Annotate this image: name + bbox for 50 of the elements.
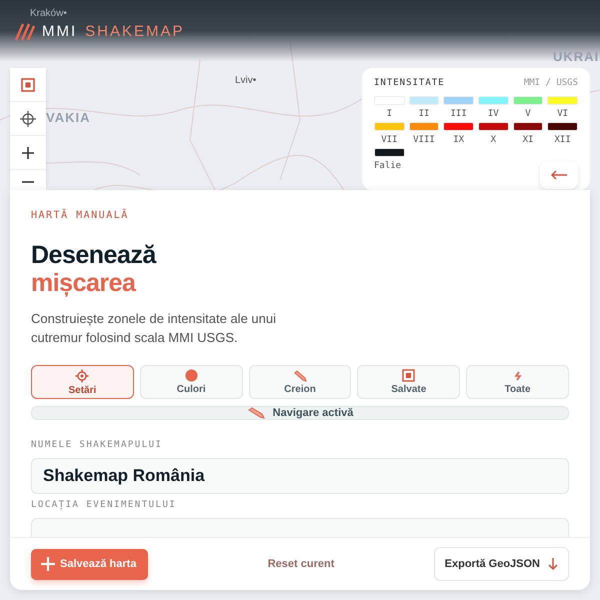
logo-text: SHAKEMAP <box>85 22 185 40</box>
map-label: VAKIA <box>46 110 90 125</box>
lightning-icon <box>512 370 524 382</box>
input-field[interactable]: Shakemap România <box>31 458 569 494</box>
intensity-label: XI <box>522 135 534 145</box>
zoom-out-icon[interactable] <box>10 170 46 190</box>
intensity-label: V <box>525 109 531 119</box>
panel-title: mișcarea <box>31 269 137 297</box>
intensity-label: Falie <box>374 161 402 171</box>
pencil-icon <box>292 370 307 382</box>
pencil-icon <box>246 407 265 419</box>
panel-title: Desenează <box>31 241 158 269</box>
intensity-label: VII <box>381 135 398 145</box>
square-icon <box>402 369 416 382</box>
gear-icon <box>75 368 90 382</box>
intensity-label: IX <box>453 135 464 145</box>
export-button[interactable]: Exportă GeoJSON <box>434 547 569 581</box>
tab[interactable]: Setări <box>31 365 134 399</box>
logo-text: MMI <box>42 22 78 40</box>
map-label: Lviv• <box>235 75 256 86</box>
map-label: UKRAI <box>553 49 600 64</box>
save-button[interactable]: Salvează harta <box>31 548 148 580</box>
tab[interactable]: Creion <box>248 365 352 399</box>
plus-icon <box>41 557 55 571</box>
mode-status-text: Navigare activă <box>272 407 354 419</box>
tab[interactable]: Culori <box>140 365 243 399</box>
intensity-label: III <box>450 109 467 119</box>
intensity-label: I <box>386 109 392 119</box>
tab[interactable]: Toate <box>466 365 569 399</box>
legend-title: INTENSITATE <box>374 78 445 88</box>
crosshair-icon[interactable] <box>10 102 46 136</box>
legend-scale: MMI / USGS <box>524 78 578 88</box>
back-arrow-icon[interactable] <box>540 161 578 189</box>
download-arrow-icon <box>548 558 558 570</box>
intensity-label: II <box>418 109 430 119</box>
section-eyebrow: HARTĂ MANUALĂ <box>31 210 130 221</box>
tab[interactable]: Salvate <box>357 365 460 399</box>
intensity-label: VIII <box>413 135 435 145</box>
reset-button[interactable]: Reset curent <box>264 556 338 572</box>
circle-icon <box>184 369 198 382</box>
intensity-label: X <box>490 135 496 145</box>
panel-description: Construiește zonele de intensitate ale unui cutremur folosind scala MMI USGS. <box>31 310 277 347</box>
field-label: NUMELE SHAKEMAPULUI <box>31 440 164 450</box>
square-icon[interactable] <box>10 68 46 102</box>
intensity-label: IV <box>488 109 499 119</box>
intensity-label: VI <box>557 109 568 119</box>
map-label: Kraków• <box>30 8 67 19</box>
intensity-label: XII <box>554 135 571 145</box>
field-label: LOCAȚIA EVENIMENTULUI <box>31 500 178 510</box>
zoom-in-icon[interactable] <box>10 136 46 170</box>
